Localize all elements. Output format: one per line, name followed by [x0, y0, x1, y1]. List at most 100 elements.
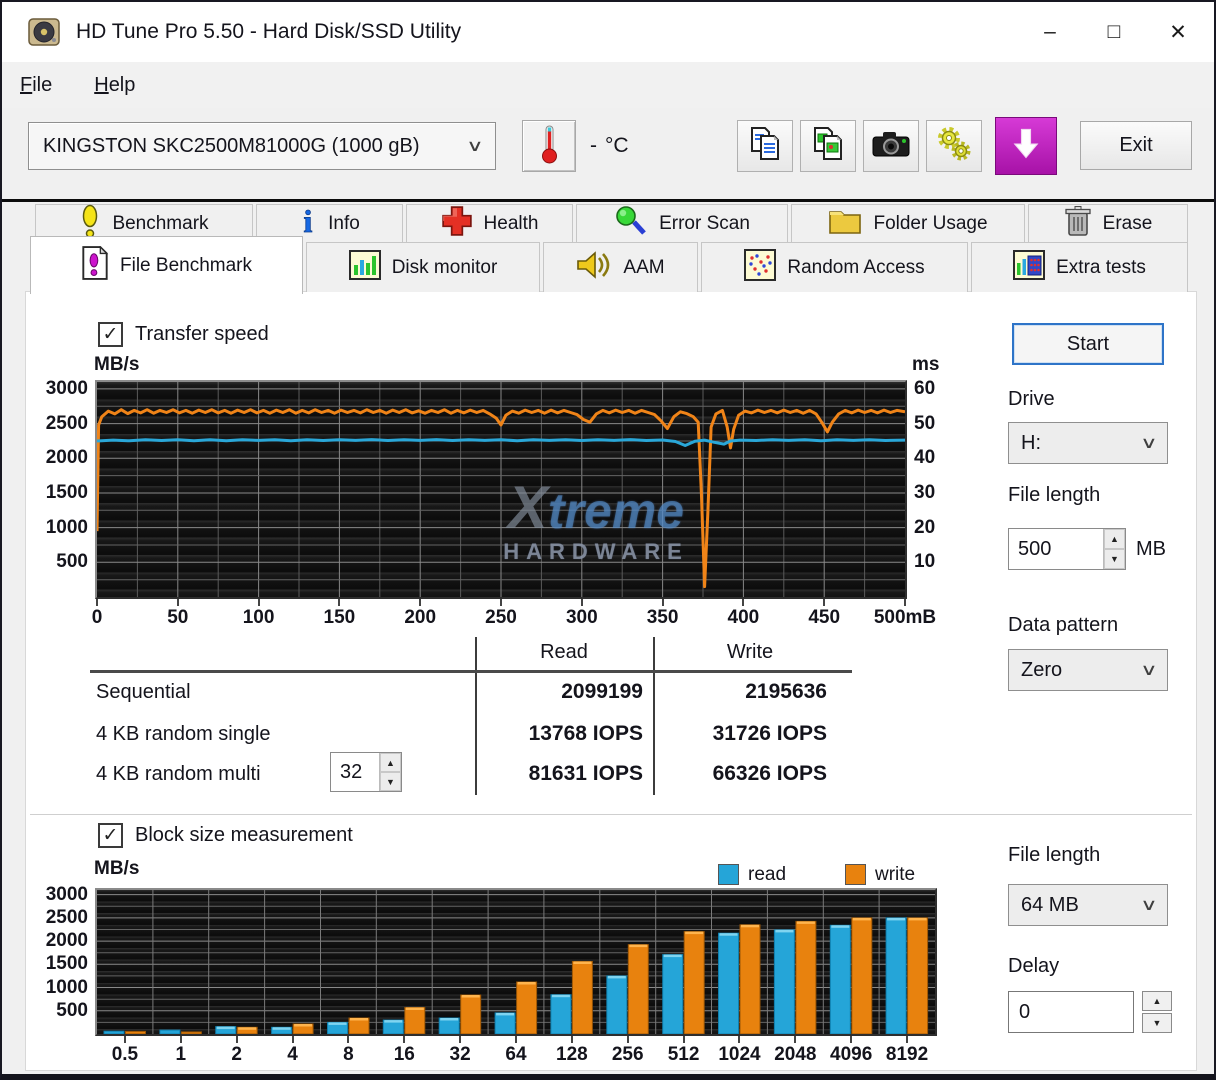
write-bar-0.5: [126, 1031, 146, 1034]
chevron-down-icon: ∨: [1140, 433, 1158, 453]
read-legend-swatch: [718, 864, 739, 885]
axis-tick: [177, 599, 179, 606]
axis-tick: [683, 1036, 685, 1043]
read-value: 2099199: [443, 681, 643, 703]
tab-aam[interactable]: AAM: [543, 242, 698, 292]
file-length-label: File length: [1008, 484, 1100, 507]
tab-label: AAM: [623, 257, 664, 279]
svg-text:i: i: [304, 205, 313, 237]
delay-spin-up[interactable]: ▲: [1142, 991, 1172, 1011]
chevron-down-icon: ∨: [466, 136, 484, 156]
extra-tests-icon: [1013, 250, 1045, 286]
axis-tick: [904, 599, 906, 606]
spin-down-icon[interactable]: ▼: [1104, 549, 1125, 569]
file-benchmark-icon: [81, 246, 109, 286]
read-bar-256: [607, 976, 627, 1034]
tab-label: Health: [484, 213, 539, 235]
tab-label: Folder Usage: [873, 213, 987, 235]
save-results-button[interactable]: [995, 117, 1057, 175]
axis-tick-label: 4096: [830, 1044, 872, 1066]
axis-tick-label: 256: [612, 1044, 644, 1066]
spin-up-icon[interactable]: ▲: [1104, 529, 1125, 549]
axis-tick-label: 300: [566, 607, 598, 629]
axis-tick-label: 500: [34, 550, 88, 574]
axis-tick: [419, 599, 421, 606]
file-length2-dropdown[interactable]: 64 MB ∨: [1008, 884, 1168, 926]
file-length-value: 500: [1009, 529, 1103, 569]
axis-tick-label: 100: [243, 607, 275, 629]
axis-tick: [459, 1036, 461, 1043]
axis-tick-label: 2000: [34, 929, 88, 953]
tab-extra-tests[interactable]: Extra tests: [971, 242, 1188, 292]
temperature-button[interactable]: [522, 120, 576, 172]
exit-button[interactable]: Exit: [1080, 121, 1192, 170]
drive-dropdown-value: H:: [1021, 432, 1041, 455]
menu-help[interactable]: Help: [94, 74, 135, 97]
drive-selector-dropdown[interactable]: KINGSTON SKC2500M81000G (1000 gB) ∨: [28, 122, 496, 170]
axis-tick-label: 32: [450, 1044, 471, 1066]
copy-image-button[interactable]: [800, 120, 856, 172]
tab-file-benchmark[interactable]: File Benchmark: [30, 236, 303, 294]
axis-tick-label: 3000: [34, 883, 88, 907]
drive-dropdown[interactable]: H: ∨: [1008, 422, 1168, 464]
axis-tick-label: 1500: [34, 481, 88, 505]
queue-depth-stepper[interactable]: 32 ▲ ▼: [330, 752, 402, 792]
axis-tick-label: 450: [808, 607, 840, 629]
y-axis-unit-label-2: MB/s: [94, 858, 139, 880]
axis-tick-label: 50: [167, 607, 188, 629]
spin-down-icon[interactable]: ▼: [380, 772, 401, 791]
block-size-checkbox-row[interactable]: ✓ Block size measurement: [98, 823, 353, 848]
axis-tick: [662, 599, 664, 606]
tab-health[interactable]: Health: [406, 204, 573, 242]
read-bar-64: [495, 1013, 515, 1034]
minimize-button[interactable]: –: [1018, 2, 1082, 62]
write-bar-16: [405, 1008, 425, 1035]
screenshot-button[interactable]: [863, 120, 919, 172]
copy-text-icon: [745, 125, 785, 168]
read-value: 81631 IOPS: [443, 763, 643, 785]
checkbox-checked-icon: ✓: [98, 823, 123, 848]
axis-tick: [347, 1036, 349, 1043]
axis-tick-label: 8: [343, 1044, 354, 1066]
spin-up-icon[interactable]: ▲: [380, 753, 401, 772]
axis-tick-label: 350: [647, 607, 679, 629]
y2-axis-unit-label: ms: [912, 354, 939, 376]
axis-tick-label: 2500: [34, 906, 88, 930]
read-bar-1: [160, 1030, 180, 1034]
delay-spin-down[interactable]: ▼: [1142, 1013, 1172, 1033]
transfer-speed-chart: [95, 380, 907, 599]
tab-label: Benchmark: [112, 213, 208, 235]
tab-random-access[interactable]: Random Access: [701, 242, 968, 292]
axis-tick: [180, 1036, 182, 1043]
axis-tick-label: 0: [92, 607, 103, 629]
options-button[interactable]: [926, 120, 982, 172]
start-button[interactable]: Start: [1012, 323, 1164, 365]
axis-tick: [500, 599, 502, 606]
write-bar-2048: [796, 921, 816, 1034]
menu-file[interactable]: File: [20, 74, 52, 97]
thermometer-icon: [537, 123, 561, 170]
tab-folder-usage[interactable]: Folder Usage: [791, 204, 1025, 242]
download-arrow-icon: [1009, 126, 1043, 167]
tab-label: Info: [328, 213, 360, 235]
axis-tick: [571, 1036, 573, 1043]
axis-tick-label: 3000: [34, 377, 88, 401]
read-bar-1024: [719, 933, 739, 1034]
erase-icon: [1064, 205, 1092, 243]
tab-error-scan[interactable]: Error Scan: [576, 204, 788, 242]
copy-text-button[interactable]: [737, 120, 793, 172]
delay-input[interactable]: 0: [1008, 991, 1134, 1033]
axis-tick: [258, 599, 260, 606]
data-pattern-dropdown[interactable]: Zero ∨: [1008, 649, 1168, 691]
tab-disk-monitor[interactable]: Disk monitor: [306, 242, 540, 292]
write-column-header: Write: [653, 641, 847, 664]
maximize-button[interactable]: □: [1082, 2, 1146, 62]
transfer-speed-checkbox-row[interactable]: ✓ Transfer speed: [98, 322, 269, 347]
write-bar-512: [684, 932, 704, 1034]
close-button[interactable]: ✕: [1146, 2, 1210, 62]
y-axis-unit-label: MB/s: [94, 354, 139, 376]
file-length-stepper[interactable]: 500 ▲ ▼: [1008, 528, 1126, 570]
write-value: 31726 IOPS: [627, 723, 827, 745]
tab-erase[interactable]: Erase: [1028, 204, 1188, 242]
read-legend-label: read: [748, 864, 786, 886]
